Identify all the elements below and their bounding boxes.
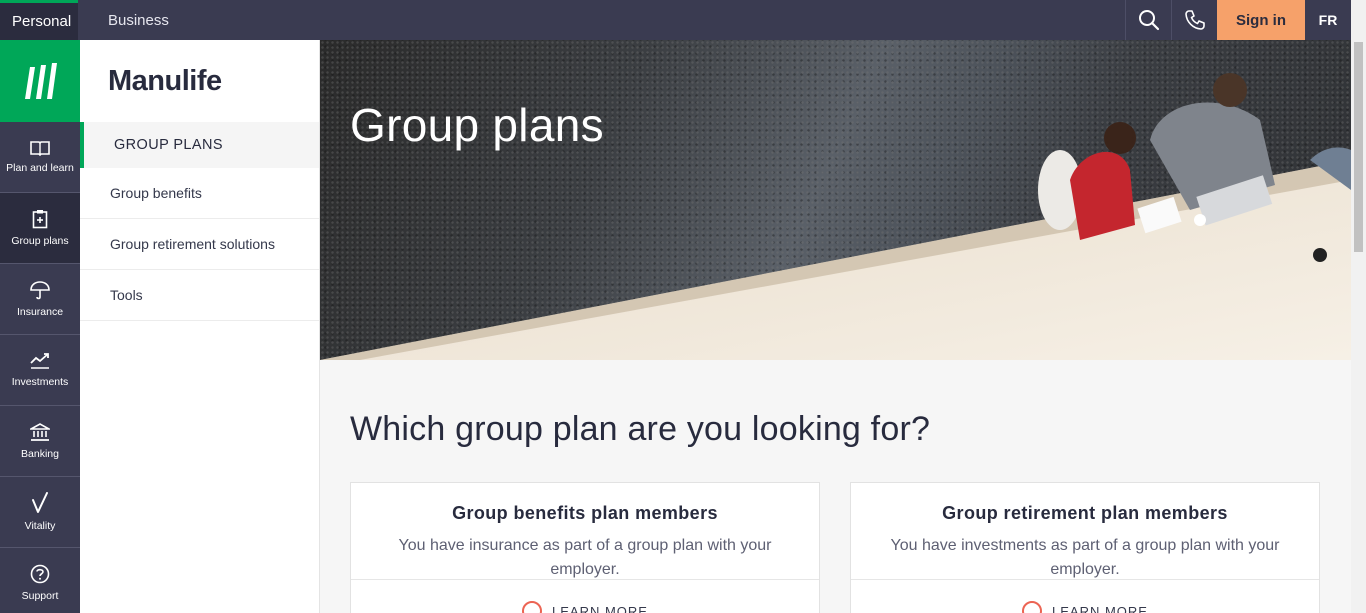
rail-label-plan-and-learn: Plan and learn — [6, 162, 74, 174]
chart-icon — [30, 353, 49, 369]
manulife-logo[interactable] — [0, 40, 80, 122]
business-tab[interactable]: Business — [96, 0, 181, 40]
vitality-icon — [32, 492, 48, 513]
scrollbar-corner — [1351, 0, 1366, 40]
card-group-benefits[interactable]: Group benefits plan members You have ins… — [350, 482, 820, 613]
card-title: Group benefits plan members — [452, 503, 718, 523]
rail-label-support: Support — [21, 590, 59, 602]
rail-item-support[interactable]: Support — [0, 548, 80, 613]
bank-icon — [30, 423, 50, 441]
hero-banner: Group plans — [320, 40, 1351, 360]
rail-label-insurance: Insurance — [16, 306, 64, 318]
learn-more-link[interactable]: LEARN MORE — [351, 601, 819, 613]
top-bar: Personal Business Sign in FR — [0, 0, 1366, 40]
main-content: Which group plan are you looking for? Gr… — [320, 360, 1351, 613]
learn-more-label: LEARN MORE — [552, 603, 648, 613]
top-bar-spacer — [181, 0, 1125, 40]
arrow-circle-icon — [522, 601, 543, 613]
page-scrollbar[interactable] — [1351, 40, 1366, 613]
section-heading: Which group plan are you looking for? — [350, 410, 931, 448]
rail-label-banking: Banking — [21, 448, 59, 460]
left-rail: Plan and learn Group plans Insurance Inv… — [0, 40, 80, 613]
card-group-retirement[interactable]: Group retirement plan members You have i… — [850, 482, 1320, 613]
rail-item-banking[interactable]: Banking — [0, 406, 80, 477]
question-icon — [30, 564, 50, 584]
rail-label-group-plans: Group plans — [11, 235, 69, 247]
rail-label-vitality: Vitality — [24, 520, 56, 532]
nav-section-group-plans[interactable]: GROUP PLANS — [80, 122, 319, 168]
rail-label-investments: Investments — [11, 376, 69, 388]
scrollbar-thumb[interactable] — [1354, 42, 1363, 252]
nav-link-tools[interactable]: Tools — [80, 270, 319, 321]
side-nav: Manulife GROUP PLANS Group benefits Grou… — [80, 40, 320, 613]
rail-item-vitality[interactable]: Vitality — [0, 477, 80, 548]
learn-more-label: LEARN MORE — [1052, 603, 1148, 613]
language-toggle[interactable]: FR — [1305, 0, 1351, 40]
rail-item-group-plans[interactable]: Group plans — [0, 193, 80, 264]
rail-item-insurance[interactable]: Insurance — [0, 264, 80, 335]
card-title: Group retirement plan members — [942, 503, 1228, 523]
nav-link-group-retirement-solutions[interactable]: Group retirement solutions — [80, 219, 319, 270]
learn-more-link[interactable]: LEARN MORE — [851, 601, 1319, 613]
search-icon — [1138, 10, 1159, 31]
umbrella-icon — [30, 281, 50, 300]
book-icon — [30, 141, 50, 156]
contact-button[interactable] — [1171, 0, 1217, 40]
hero-photo-illustration — [320, 73, 1351, 360]
brand-wordmark[interactable]: Manulife — [80, 40, 319, 122]
card-description: You have insurance as part of a group pl… — [398, 537, 772, 578]
page: Personal Business Sign in FR Plan and le… — [0, 0, 1366, 613]
card-divider — [851, 579, 1319, 580]
nav-link-group-benefits[interactable]: Group benefits — [80, 168, 319, 219]
rail-item-investments[interactable]: Investments — [0, 335, 80, 406]
manulife-m-icon — [25, 63, 57, 99]
personal-tab[interactable]: Personal — [0, 0, 78, 40]
card-divider — [351, 579, 819, 580]
phone-icon — [1184, 10, 1205, 30]
hero-title: Group plans — [350, 99, 604, 151]
card-description: You have investments as part of a group … — [890, 537, 1280, 578]
sign-in-button[interactable]: Sign in — [1217, 0, 1305, 40]
clipboard-icon — [32, 210, 48, 229]
rail-item-plan-and-learn[interactable]: Plan and learn — [0, 122, 80, 193]
search-button[interactable] — [1125, 0, 1171, 40]
arrow-circle-icon — [1022, 601, 1043, 613]
